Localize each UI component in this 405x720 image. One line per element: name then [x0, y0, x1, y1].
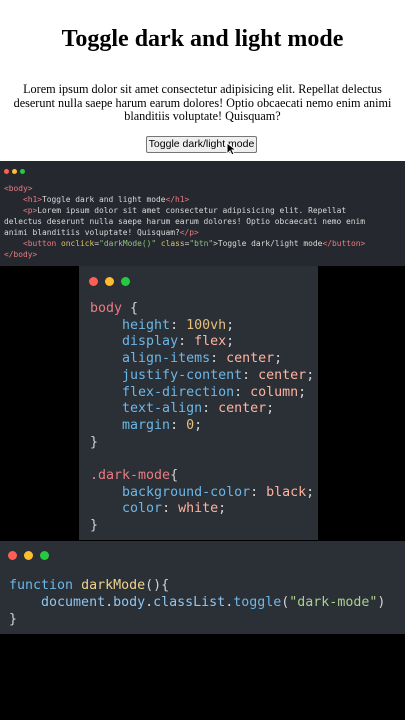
- window-controls: [4, 169, 25, 174]
- code-token: center: [258, 367, 307, 383]
- code-token: "darkMode()": [99, 239, 157, 248]
- window-controls: [89, 277, 130, 286]
- code-token: 0: [186, 417, 195, 433]
- css-code-panel: body { height: 100vh; display: flex; ali…: [79, 266, 318, 540]
- code-token: "btn": [189, 239, 214, 248]
- html-code-panel: <body> <h1>Toggle dark and light mode</h…: [0, 161, 405, 266]
- code-token: height: [122, 317, 171, 333]
- code-token: <button: [23, 239, 57, 248]
- css-code: body { height: 100vh; display: flex; ali…: [90, 301, 315, 534]
- code-token: Lorem ipsum dolor sit amet consectetur a…: [37, 206, 347, 215]
- minimize-dot-icon: [24, 551, 33, 560]
- code-token: darkMode: [81, 578, 146, 593]
- code-token: </p>: [179, 228, 199, 237]
- code-token: Toggle dark and light mode: [42, 195, 166, 204]
- code-token: 100vh: [186, 317, 227, 333]
- code-token: column: [250, 384, 299, 400]
- code-token: "dark-mode": [289, 595, 378, 610]
- code-token: center: [226, 351, 275, 367]
- maximize-dot-icon: [40, 551, 49, 560]
- code-token: text-align: [122, 401, 203, 417]
- code-token: black: [266, 484, 307, 500]
- code-token: <body>: [4, 184, 33, 193]
- code-token: (){: [145, 578, 170, 593]
- code-token: <p>: [23, 206, 38, 215]
- html-code: <body> <h1>Toggle dark and light mode</h…: [4, 184, 366, 259]
- code-token: </button>: [322, 239, 366, 248]
- maximize-dot-icon: [121, 277, 130, 286]
- code-token: classList: [153, 595, 226, 610]
- js-code: function darkMode(){ document.body.class…: [9, 578, 386, 627]
- js-code-panel: function darkMode(){ document.body.class…: [0, 541, 405, 634]
- code-token: display: [122, 334, 179, 350]
- code-token: function: [9, 578, 74, 593]
- minimize-dot-icon: [105, 277, 114, 286]
- demo-page: Toggle dark and light mode Lorem ipsum d…: [0, 0, 405, 161]
- code-token: flex-direction: [122, 384, 235, 400]
- code-token: </h1>: [165, 195, 190, 204]
- code-token: delectus deserunt nulla saepe harum earu…: [4, 217, 366, 226]
- close-dot-icon: [89, 277, 98, 286]
- code-token: <h1>: [23, 195, 43, 204]
- code-token: body: [90, 301, 123, 316]
- close-dot-icon: [4, 169, 9, 174]
- mouse-cursor-icon: [226, 142, 238, 156]
- code-token: center: [218, 401, 267, 417]
- code-token: body: [113, 595, 146, 610]
- code-token: }: [9, 612, 18, 627]
- code-token: Toggle dark/light mode: [217, 239, 323, 248]
- toggle-mode-button[interactable]: Toggle dark/light mode: [146, 136, 257, 153]
- code-token: class: [160, 239, 185, 248]
- code-token: flex: [194, 334, 227, 350]
- code-token: document: [41, 595, 106, 610]
- demo-paragraph: Lorem ipsum dolor sit amet consectetur a…: [13, 82, 392, 123]
- demo-title: Toggle dark and light mode: [61, 26, 344, 52]
- code-token: color: [122, 501, 163, 517]
- code-token: align-items: [122, 351, 211, 367]
- code-token: onclick: [61, 239, 95, 248]
- window-controls: [8, 551, 49, 560]
- code-token: animi blanditiis voluptate! Quisquam?: [4, 228, 180, 237]
- code-token: background-color: [122, 484, 251, 500]
- code-token: .dark-mode: [90, 468, 171, 484]
- close-dot-icon: [8, 551, 17, 560]
- code-token: margin: [122, 417, 171, 433]
- code-token: justify-content: [122, 367, 243, 383]
- maximize-dot-icon: [20, 169, 25, 174]
- code-token: toggle: [233, 595, 282, 610]
- code-token: </body>: [4, 250, 38, 259]
- code-token: white: [178, 501, 219, 517]
- minimize-dot-icon: [12, 169, 17, 174]
